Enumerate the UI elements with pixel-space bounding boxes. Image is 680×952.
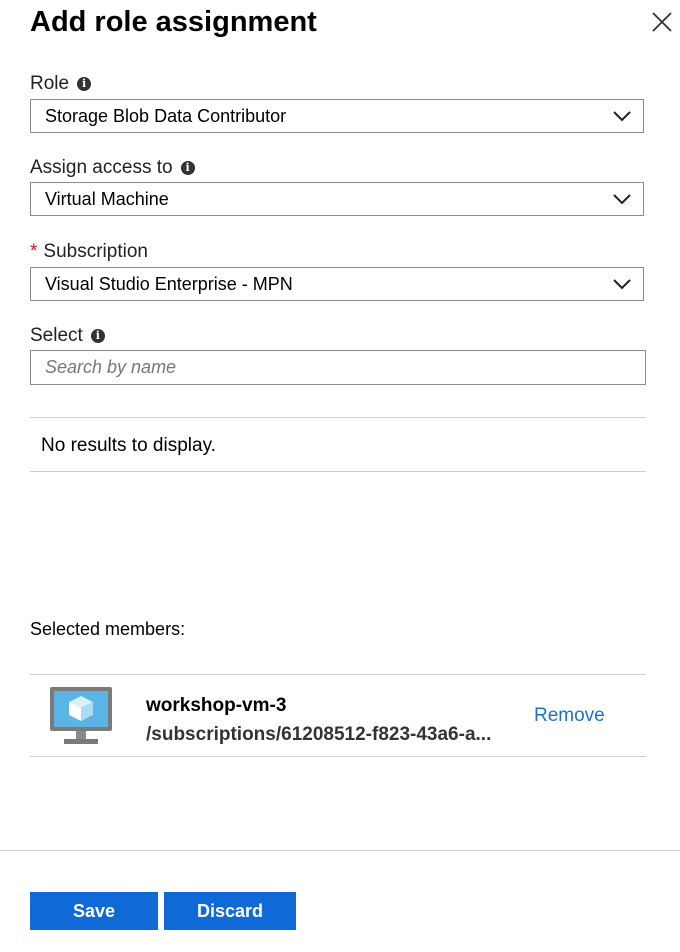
discard-button[interactable]: Discard [164,892,296,930]
subscription-label: Subscription [43,241,148,262]
subscription-dropdown[interactable]: Visual Studio Enterprise - MPN [30,267,644,301]
divider [30,674,646,675]
info-icon[interactable]: i [77,77,92,91]
footer-divider [0,850,680,851]
search-input[interactable] [30,350,646,385]
role-value: Storage Blob Data Contributor [45,105,287,126]
save-button[interactable]: Save [30,892,158,930]
info-icon[interactable]: i [90,329,105,343]
chevron-down-icon [613,111,631,122]
divider [30,417,646,418]
subscription-label-row: * Subscription [30,241,148,263]
subscription-value: Visual Studio Enterprise - MPN [45,273,293,294]
assign-access-value: Virtual Machine [45,188,169,209]
chevron-down-icon [613,279,631,290]
divider [30,471,646,472]
selected-members-label: Selected members: [30,619,186,639]
required-indicator: * [30,241,38,262]
role-dropdown[interactable]: Storage Blob Data Contributor [30,99,644,133]
select-label: Select [30,325,83,346]
no-results-text: No results to display. [41,435,216,456]
assign-access-label-row: Assign access to i [30,157,195,179]
select-label-row: Select i [30,325,105,347]
assign-access-label: Assign access to [30,157,173,178]
member-name: workshop-vm-3 [146,695,287,716]
assign-access-dropdown[interactable]: Virtual Machine [30,182,644,216]
member-path: /subscriptions/61208512-f823-43a6-a... [146,724,492,745]
virtual-machine-icon [50,687,112,744]
page-title: Add role assignment [30,6,317,38]
remove-member-link[interactable]: Remove [534,705,605,727]
role-label-row: Role i [30,73,92,95]
divider [30,756,646,757]
info-icon[interactable]: i [180,161,195,175]
role-label: Role [30,73,70,94]
close-icon[interactable] [650,10,674,34]
chevron-down-icon [613,194,631,205]
